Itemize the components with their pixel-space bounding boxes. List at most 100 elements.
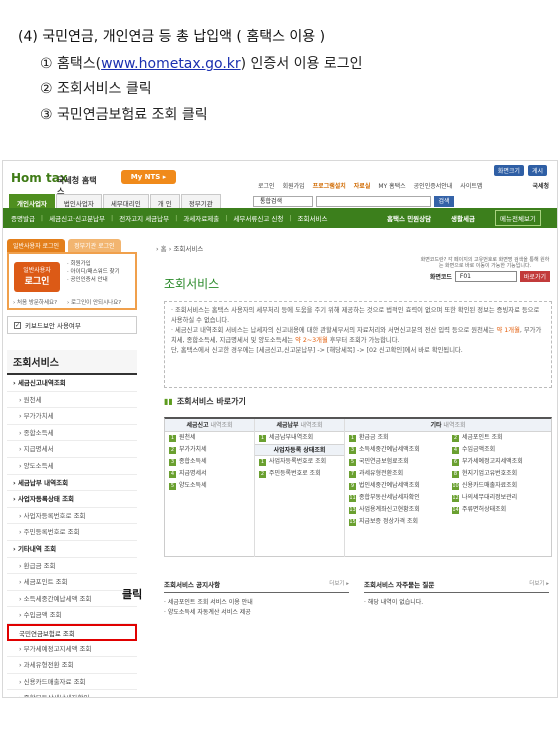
- util-archive[interactable]: 자료실: [354, 181, 371, 190]
- number-badge-icon: 2: [259, 471, 266, 478]
- subnav-certificate[interactable]: 증명발급: [11, 213, 35, 223]
- shortcut-item[interactable]: 10 신용카드매출자료조회: [448, 480, 551, 492]
- menu-item-pension-inquiry[interactable]: 국민연금보험료 조회: [7, 623, 137, 641]
- left-menu: › 세금신고내역조회 › 원천세 › 부가가치세 › 종합소득세 › 지급명세서 › 양도…: [7, 375, 137, 697]
- service-notice: · 조회서비스는 홈택스 사용자의 세무처리 등에 도움을 주기 위해 제공하는…: [164, 301, 552, 388]
- first-visit-link[interactable]: › 처음 방문하세요?: [13, 298, 57, 306]
- util-program-install[interactable]: 프로그램설치: [313, 181, 346, 190]
- tab-general-login[interactable]: 일반사용자 로그인: [7, 239, 66, 252]
- signup-link[interactable]: · 회원가입: [67, 260, 120, 268]
- subnav-e-billing[interactable]: 전자고지 세금납부: [119, 213, 169, 223]
- shortcut-item[interactable]: 1 환급금 조회: [345, 432, 448, 444]
- menu-item[interactable]: › 세금신고내역조회: [7, 375, 137, 392]
- click-annotation: 클릭: [122, 588, 143, 601]
- login-button[interactable]: 일반사용자 로그인: [14, 262, 60, 292]
- menu-item[interactable]: › 기타내역 조회: [7, 541, 137, 558]
- shortcut-item[interactable]: 5 양도소득세: [165, 480, 254, 492]
- find-id-link[interactable]: · 아이디/패스워드 찾기: [67, 268, 120, 276]
- number-badge-icon: 15: [349, 519, 356, 526]
- col3-header: 기타 내역조회: [345, 419, 551, 432]
- my-nts-button[interactable]: My NTS ▸: [121, 170, 176, 184]
- shortcut-item[interactable]: 1 사업자등록번호로 조회: [255, 456, 344, 468]
- shortcut-grid: 세금신고 내역조회 1 원천세 2 부가가치세 3 종합소득세 4 지급명세서 5 양도소득세 세…: [164, 417, 552, 557]
- cert-guide-link[interactable]: · 공인인증서 안내: [67, 276, 120, 284]
- menu-item[interactable]: › 세금포인트 조회: [7, 574, 137, 591]
- notice-1: · 조회서비스는 홈택스 사용자의 세무처리 등에 도움을 주기 위해 제공하는…: [171, 307, 540, 324]
- notice-more-link[interactable]: 더보기 ▸: [329, 579, 349, 587]
- shortcut-item[interactable]: 14 주류면허상태조회: [448, 504, 551, 516]
- hometax-logo[interactable]: Hom tax 국세청 홈택스: [11, 167, 101, 196]
- menu-item[interactable]: › 지급명세서: [7, 441, 137, 458]
- shortcut-item[interactable]: 12 나의세무대리정보관리: [448, 492, 551, 504]
- menu-item[interactable]: › 환급금 조회: [7, 558, 137, 575]
- subnav-living-tax[interactable]: 생활세금: [451, 213, 475, 223]
- keyboard-checkbox[interactable]: ✓: [14, 321, 21, 329]
- util-cert-guide[interactable]: 공인인증서안내: [414, 181, 453, 190]
- menu-item[interactable]: › 사업자등록번호로 조회: [7, 508, 137, 525]
- notice-item[interactable]: · 세금포인트 조회 서비스 이용 안내: [164, 599, 253, 606]
- shortcut-item[interactable]: 6 부가세예정고지세액조회: [448, 456, 551, 468]
- shortcut-item[interactable]: 7 과세유형전환조회: [345, 468, 448, 480]
- keyboard-security[interactable]: ✓ 키보드보안 사용여부: [7, 316, 137, 334]
- hometax-screenshot: Hom tax 국세청 홈택스 My NTS ▸ 화면크기 게시 로그인 회원가…: [2, 160, 558, 698]
- menu-item[interactable]: › 신용카드매출자료 조회: [7, 674, 137, 691]
- menu-item[interactable]: › 주민등록번호로 조회: [7, 524, 137, 541]
- shortcut-item[interactable]: 15 지급보증 정상가격 조회: [345, 516, 448, 528]
- util-sitemap[interactable]: 사이트맵: [460, 181, 482, 190]
- utility-links: 로그인 회원가입 프로그램설치 자료실 MY 홈택스 공인인증서안내 사이트맵: [258, 181, 482, 190]
- subnav-documents[interactable]: 세무서류신고 신청: [233, 213, 283, 223]
- menu-item[interactable]: › 사업자등록상태 조회: [7, 491, 137, 508]
- notice-item[interactable]: · 양도소득세 자동계산 서비스 제공: [164, 609, 251, 616]
- shortcut-item[interactable]: 3 종합소득세: [165, 456, 254, 468]
- menu-item[interactable]: › 세금납부 내역조회: [7, 475, 137, 492]
- shortcut-item[interactable]: 13 사업용계좌신고현황조회: [345, 504, 448, 516]
- post-button[interactable]: 게시: [527, 165, 547, 176]
- search-select[interactable]: 통합검색: [253, 196, 313, 207]
- search-input[interactable]: [316, 196, 431, 207]
- menu-item[interactable]: › 양도소득세: [7, 458, 137, 475]
- subnav-submit-data[interactable]: 과세자료제출: [183, 213, 219, 223]
- util-my-hometax[interactable]: MY 홈택스: [378, 181, 405, 190]
- shortcut-item[interactable]: 3 소득세중간예납세액조회: [345, 444, 448, 456]
- menu-item[interactable]: › 과세유형전환 조회: [7, 657, 137, 674]
- shortcut-item[interactable]: 4 수입금액조회: [448, 444, 551, 456]
- page-code-input[interactable]: F01: [454, 271, 517, 282]
- col-etc: 기타 내역조회 1 환급금 조회 3 소득세중간예납세액조회 5 국민연금보험료조회 7 과세…: [345, 419, 551, 557]
- shortcut-item[interactable]: 2 세금포인트 조회: [448, 432, 551, 444]
- menu-item[interactable]: › 원천세: [7, 392, 137, 409]
- hometax-link[interactable]: www.hometax.go.kr: [101, 56, 241, 72]
- menu-item[interactable]: › 수입금액 조회: [7, 607, 137, 624]
- shortcut-item[interactable]: 4 지급명세서: [165, 468, 254, 480]
- login-help-link[interactable]: › 로그인이 안되시나요?: [67, 298, 121, 306]
- shortcut-item[interactable]: 2 부가가치세: [165, 444, 254, 456]
- page-code-label: 화면코드: [429, 274, 452, 281]
- subnav-inquiry-service[interactable]: 조회서비스: [298, 213, 328, 223]
- font-size-button[interactable]: 화면크기: [493, 165, 524, 176]
- menu-item[interactable]: › 종합부동산세납세자확인: [7, 690, 137, 697]
- subnav-all-menu[interactable]: 메뉴전체보기: [495, 210, 541, 226]
- tab-gov-login[interactable]: 정부기관 로그인: [68, 239, 121, 252]
- faq-more-link[interactable]: 더보기 ▸: [529, 579, 549, 587]
- util-signup[interactable]: 회원가입: [283, 181, 305, 190]
- menu-item[interactable]: › 부가가치세: [7, 408, 137, 425]
- shortcut-item[interactable]: 1 세금납부내역조회: [255, 432, 344, 444]
- menu-item[interactable]: › 종합소득세: [7, 425, 137, 442]
- shortcut-item[interactable]: 9 법인세중간예납세액조회: [345, 480, 448, 492]
- search-button[interactable]: 검색: [434, 196, 454, 207]
- col2-subheader: 사업자등록 상태조회: [255, 444, 344, 456]
- shortcut-title: ▮▮ 조회서비스 바로가기: [164, 397, 246, 406]
- login-main-label: 로그인: [24, 277, 50, 287]
- menu-item[interactable]: › 소득세중간예납세액 조회: [7, 591, 137, 608]
- shortcut-item[interactable]: 2 주민등록번호로 조회: [255, 468, 344, 480]
- number-badge-icon: 4: [169, 471, 176, 478]
- menu-item[interactable]: › 부가세예정고지세액 조회: [7, 641, 137, 658]
- subnav-tax-filing[interactable]: 세금신고·신고분납부: [49, 213, 105, 223]
- shortcut-item[interactable]: 11 종합부동산세납세자확인: [345, 492, 448, 504]
- util-login[interactable]: 로그인: [258, 181, 275, 190]
- shortcut-item[interactable]: 8 현지기업고유번호조회: [448, 468, 551, 480]
- instruction-step-2: ② 조회서비스 클릭: [40, 81, 152, 97]
- page-code-go-button[interactable]: 바로가기: [519, 271, 550, 282]
- shortcut-item[interactable]: 5 국민연금보험료조회: [345, 456, 448, 468]
- shortcut-item[interactable]: 1 원천세: [165, 432, 254, 444]
- subnav-consult[interactable]: 홈택스 민원상담: [387, 213, 431, 223]
